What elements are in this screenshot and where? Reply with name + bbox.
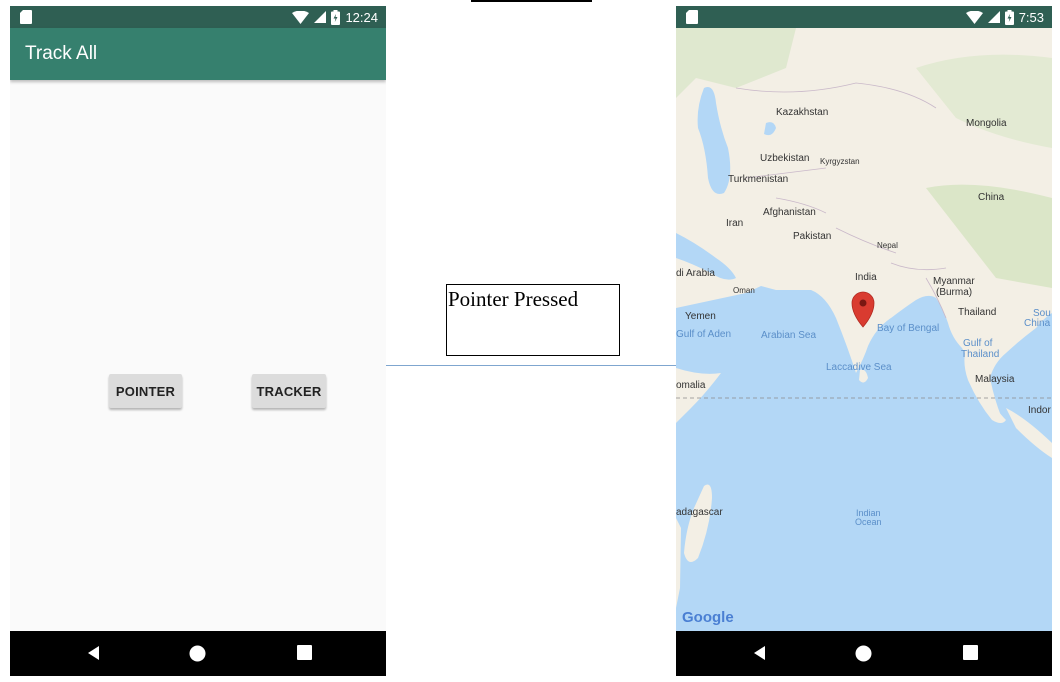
recents-icon[interactable] [297, 645, 312, 660]
recents-icon[interactable] [963, 645, 978, 660]
map-label: China [978, 192, 1005, 203]
back-icon[interactable] [86, 645, 102, 661]
home-icon[interactable] [855, 645, 872, 662]
map-label: Arabian Sea [761, 330, 816, 341]
map-label: Bay of Bengal [877, 323, 939, 334]
map-label: Thailand [961, 349, 999, 360]
app-bar: Track All [10, 28, 386, 80]
signal-icon [314, 11, 327, 23]
status-bar: 7:53 [676, 6, 1052, 28]
pointer-button[interactable]: POINTER [109, 374, 182, 408]
map-view[interactable]: Kazakhstan Mongolia Uzbekistan Kyrgyzsta… [676, 28, 1052, 631]
google-logo: Google [682, 609, 734, 626]
map-label: Gulf of [963, 338, 993, 349]
map-label: Malaysia [975, 374, 1015, 385]
map-label: Thailand [958, 307, 996, 318]
sd-card-icon [20, 10, 32, 24]
map-label: Pakistan [793, 231, 831, 242]
top-divider [471, 0, 592, 2]
status-bar: 12:24 [10, 6, 386, 28]
map-label: Myanmar [933, 276, 975, 287]
caption-box: Pointer Pressed [446, 284, 620, 356]
signal-icon [987, 11, 1000, 23]
map-label: Turkmenistan [728, 174, 788, 185]
map-label: India [855, 272, 877, 283]
status-time: 12:24 [345, 9, 378, 25]
map-label: Kyrgyzstan [820, 157, 860, 166]
left-phone-screen: 12:24 Track All POINTER TRACKER [10, 6, 386, 676]
map-label: China [1024, 318, 1051, 329]
map-label: Iran [726, 218, 743, 229]
map-label: omalia [676, 380, 706, 391]
right-phone-screen: Kazakhstan Mongolia Uzbekistan Kyrgyzsta… [676, 6, 1052, 676]
home-icon[interactable] [189, 645, 206, 662]
map-label: Nepal [877, 241, 898, 250]
map-label: Laccadive Sea [826, 362, 892, 373]
tracker-button[interactable]: TRACKER [252, 374, 326, 408]
map-label: Uzbekistan [760, 153, 809, 164]
battery-icon [1004, 9, 1014, 25]
map-label: Kazakhstan [776, 107, 828, 118]
back-icon[interactable] [752, 645, 768, 661]
battery-icon [331, 9, 341, 25]
map-label: Yemen [685, 311, 716, 322]
navigation-bar [676, 631, 1052, 676]
map-label: Ocean [855, 517, 882, 527]
app-title: Track All [25, 43, 98, 64]
wifi-icon [292, 10, 310, 24]
sd-card-icon [686, 10, 698, 24]
status-icons: 12:24 [292, 9, 378, 25]
navigation-bar [10, 631, 386, 676]
map-label: Indor [1028, 405, 1051, 416]
status-time: 7:53 [1018, 9, 1044, 25]
status-icons: 7:53 [965, 9, 1044, 25]
map-label: (Burma) [936, 287, 972, 298]
connector-line [386, 365, 676, 366]
map-label: Gulf of Aden [676, 329, 731, 340]
map-label: di Arabia [676, 268, 715, 279]
wifi-icon [965, 10, 983, 24]
map-label: adagascar [676, 507, 723, 518]
map-label: Afghanistan [763, 207, 816, 218]
map-label: Mongolia [966, 118, 1007, 129]
map-label: Oman [733, 286, 755, 295]
